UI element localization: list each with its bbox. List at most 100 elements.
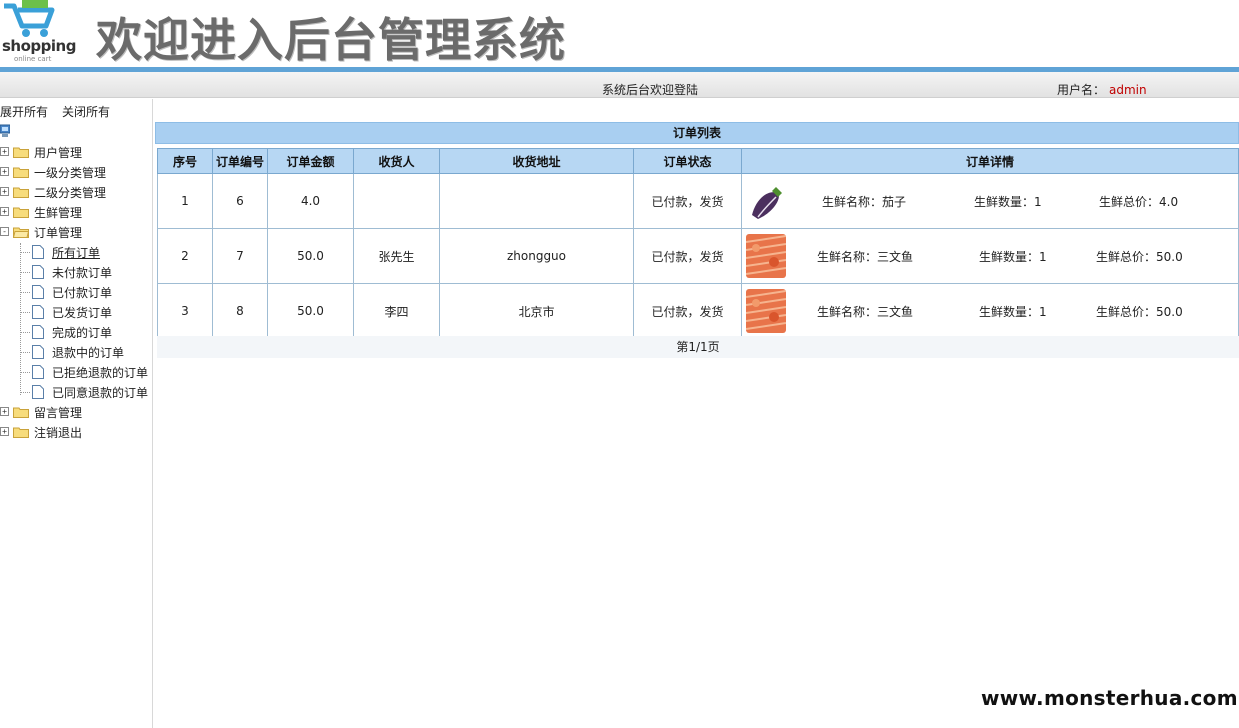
cart-icon xyxy=(4,0,55,37)
logo-text: shopping xyxy=(2,37,76,55)
page-icon xyxy=(32,245,44,259)
cell-detail: 生鲜名称：茄子 生鲜数量：1 生鲜总价：4.0 xyxy=(741,173,1239,229)
pagination-text: 第1/1页 xyxy=(157,336,1239,358)
tree-node-label: 注销退出 xyxy=(34,426,83,440)
page-icon xyxy=(32,325,44,339)
cell-address: 北京市 xyxy=(439,283,634,339)
cell-receiver xyxy=(353,173,440,229)
tree-connector xyxy=(20,392,30,393)
folder-icon xyxy=(13,167,29,178)
expand-toggle-icon[interactable]: + xyxy=(0,167,9,176)
detail-qty-label: 生鲜数量： xyxy=(979,250,1040,264)
page-icon xyxy=(32,365,44,379)
column-header: 订单状态 xyxy=(633,148,742,174)
tree-node-label: 用户管理 xyxy=(34,146,83,160)
panel-title: 订单列表 xyxy=(155,122,1239,144)
status-text: 已付款， xyxy=(651,194,700,209)
detail-qty-label: 生鲜数量： xyxy=(974,195,1035,209)
detail-name-label: 生鲜名称： xyxy=(822,195,883,209)
expand-toggle-icon[interactable]: + xyxy=(0,147,9,156)
watermark: www.monsterhua.com xyxy=(981,686,1238,710)
site-title: 欢迎进入后台管理系统 xyxy=(96,13,566,67)
collapse-all-link[interactable]: 关闭所有 xyxy=(62,105,110,119)
cell-amount: 50.0 xyxy=(267,228,354,284)
column-header: 订单金额 xyxy=(267,148,354,174)
page-icon xyxy=(32,345,44,359)
cell-amount: 4.0 xyxy=(267,173,354,229)
expand-toggle-icon[interactable]: + xyxy=(0,207,9,216)
detail-qty: 1 xyxy=(1034,195,1042,209)
sidebar-tree: 展开所有 关闭所有 + 用户管理 + 一级分类管理 + 二级分类管理 + 生鲜管理 xyxy=(0,99,153,728)
table-row: 2 7 50.0 张先生 zhongguo 已付款，发货 生鲜名称：三文鱼 生鲜… xyxy=(157,228,1239,284)
table-header-row: 序号 订单编号 订单金额 收货人 收货地址 订单状态 订单详情 xyxy=(157,148,1239,174)
ship-link[interactable]: 发货 xyxy=(700,195,724,209)
shopping-cart-logo: shopping online cart xyxy=(0,0,80,66)
page-icon xyxy=(32,385,44,399)
ship-link[interactable]: 发货 xyxy=(700,305,724,319)
user-name: admin xyxy=(1109,83,1147,97)
column-header: 收货人 xyxy=(353,148,440,174)
ship-link[interactable]: 发货 xyxy=(700,250,724,264)
page-icon xyxy=(32,265,44,279)
tree-node-label: 二级分类管理 xyxy=(34,186,107,200)
expand-toggle-icon[interactable]: + xyxy=(0,427,9,436)
tree-node-label: 留言管理 xyxy=(34,406,83,420)
tree-connector xyxy=(20,332,30,333)
cell-index: 2 xyxy=(157,228,213,284)
cell-order-no: 7 xyxy=(212,228,268,284)
detail-qty: 1 xyxy=(1039,305,1047,319)
folder-icon xyxy=(13,407,29,418)
tree-leaf-label: 已发货订单 xyxy=(52,306,113,320)
tree-leaf-label: 已同意退款的订单 xyxy=(52,386,149,400)
detail-qty-label: 生鲜数量： xyxy=(979,305,1040,319)
status-text: 已付款， xyxy=(651,304,700,319)
cell-status: 已付款，发货 xyxy=(633,173,742,229)
info-bar: 系统后台欢迎登陆 用户名： admin xyxy=(0,72,1239,98)
tree-leaf-label: 完成的订单 xyxy=(52,326,113,340)
folder-icon xyxy=(13,427,29,438)
tree-leaf-label: 已付款订单 xyxy=(52,286,113,300)
tree-leaf-label: 已拒绝退款的订单 xyxy=(52,366,149,380)
tree-connector xyxy=(20,312,30,313)
page-icon xyxy=(32,285,44,299)
orders-table: 序号 订单编号 订单金额 收货人 收货地址 订单状态 订单详情 1 6 4.0 … xyxy=(157,148,1239,339)
detail-name: 三文鱼 xyxy=(877,250,914,264)
cell-address: zhongguo xyxy=(439,228,634,284)
detail-qty: 1 xyxy=(1039,250,1047,264)
status-text: 已付款， xyxy=(651,249,700,264)
detail-total: 50.0 xyxy=(1156,305,1183,319)
computer-icon xyxy=(0,124,10,137)
tree-connector xyxy=(20,352,30,353)
expand-all-link[interactable]: 展开所有 xyxy=(0,105,48,119)
expand-toggle-icon[interactable]: + xyxy=(0,407,9,416)
cell-order-no: 6 xyxy=(212,173,268,229)
cell-address xyxy=(439,173,634,229)
collapse-toggle-icon[interactable]: - xyxy=(0,227,9,236)
cell-status: 已付款，发货 xyxy=(633,228,742,284)
tree-leaf-label: 未付款订单 xyxy=(52,266,113,280)
cell-detail: 生鲜名称：三文鱼 生鲜数量：1 生鲜总价：50.0 xyxy=(741,283,1239,339)
tree-leaf-label: 退款中的订单 xyxy=(52,346,125,360)
salmon-thumbnail-icon xyxy=(746,234,786,278)
tree-connector xyxy=(20,252,30,253)
table-row: 3 8 50.0 李四 北京市 已付款，发货 生鲜名称：三文鱼 生鲜数量：1 生… xyxy=(157,283,1239,339)
folder-icon xyxy=(13,147,29,158)
tree-connector xyxy=(20,272,30,273)
detail-total-label: 生鲜总价： xyxy=(1096,305,1157,319)
detail-name-label: 生鲜名称： xyxy=(817,250,878,264)
column-header: 收货地址 xyxy=(439,148,634,174)
tree-leaf-label: 所有订单 xyxy=(52,246,101,260)
cell-order-no: 8 xyxy=(212,283,268,339)
tree-node-label: 生鲜管理 xyxy=(34,206,83,220)
user-info: 用户名： admin xyxy=(1057,81,1147,98)
tree-connector xyxy=(20,372,30,373)
expand-toggle-icon[interactable]: + xyxy=(0,187,9,196)
tree-node-label: 一级分类管理 xyxy=(34,166,107,180)
tree-connector xyxy=(20,292,30,293)
detail-name-label: 生鲜名称： xyxy=(817,305,878,319)
tree-controls: 展开所有 关闭所有 xyxy=(0,103,110,120)
page-icon xyxy=(32,305,44,319)
detail-total-label: 生鲜总价： xyxy=(1099,195,1160,209)
detail-name: 三文鱼 xyxy=(877,305,914,319)
eggplant-thumbnail-icon xyxy=(746,179,786,223)
